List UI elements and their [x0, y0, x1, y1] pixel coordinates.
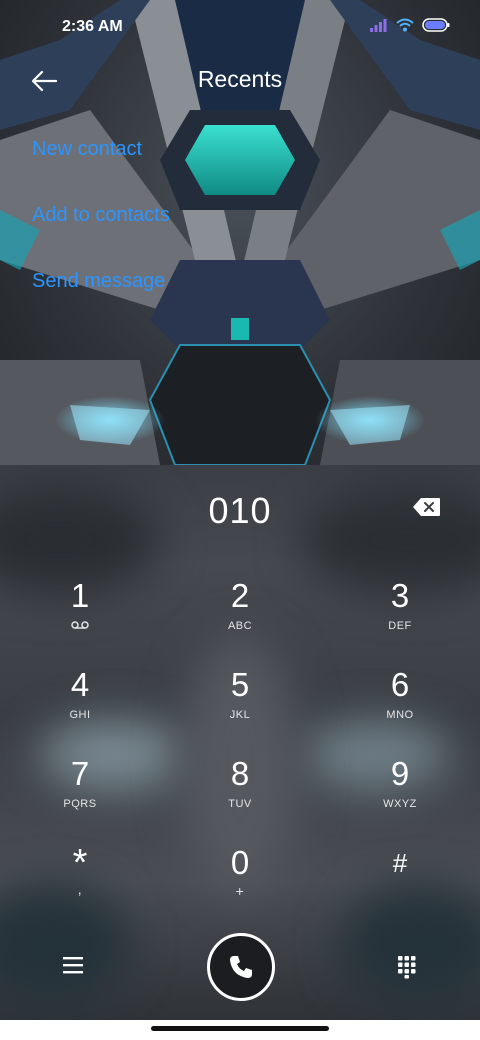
- key-letters: PQRS: [63, 798, 97, 810]
- signal-icon: [370, 19, 387, 32]
- key-digit: 6: [390, 666, 410, 703]
- key-digit: #: [392, 848, 408, 878]
- key-digit: 7: [70, 755, 90, 792]
- dialed-number: 010: [208, 490, 272, 531]
- hamburger-menu-icon: [63, 957, 83, 974]
- status-icons: [370, 18, 450, 32]
- key-letters: DEF: [388, 620, 412, 632]
- key-0[interactable]: 0 +: [180, 845, 300, 925]
- keypad-grid-icon: [398, 956, 416, 979]
- key-letters: JKL: [229, 709, 251, 721]
- key-7[interactable]: 7 PQRS: [20, 756, 140, 836]
- key-digit: *: [72, 842, 88, 884]
- battery-icon: [422, 18, 450, 32]
- status-bar: 2:36 AM: [0, 0, 480, 56]
- key-letters: ABC: [227, 620, 253, 632]
- key-letters: WXYZ: [383, 798, 417, 810]
- voicemail-icon: [20, 620, 140, 633]
- keypad-toggle-button[interactable]: [397, 955, 417, 984]
- status-time: 2:36 AM: [62, 18, 123, 35]
- key-digit: 8: [230, 755, 250, 792]
- dialer-screen: 2:36 AM Recents New contact Add to conta…: [0, 0, 480, 1020]
- key-5[interactable]: 5 JKL: [180, 667, 300, 747]
- key-digit: 1: [70, 577, 90, 614]
- key-9[interactable]: 9 WXYZ: [340, 756, 460, 836]
- home-indicator[interactable]: [151, 1026, 329, 1031]
- key-hash[interactable]: #: [340, 845, 460, 925]
- key-digit: 4: [70, 666, 90, 703]
- backspace-button[interactable]: [412, 496, 442, 518]
- key-digit: 3: [390, 577, 410, 614]
- key-8[interactable]: 8 TUV: [180, 756, 300, 836]
- backspace-icon: [413, 498, 440, 516]
- menu-button[interactable]: [62, 955, 84, 980]
- wifi-icon: [396, 18, 414, 32]
- key-2[interactable]: 2 ABC: [180, 578, 300, 658]
- key-4[interactable]: 4 GHI: [20, 667, 140, 747]
- key-letters: MNO: [386, 709, 414, 721]
- key-digit: 0: [230, 844, 250, 881]
- page-title: Recents: [197, 66, 283, 92]
- phone-icon: [230, 956, 252, 978]
- key-letters: TUV: [228, 798, 252, 810]
- send-message-link[interactable]: Send message: [32, 270, 165, 293]
- key-digit: 2: [230, 577, 250, 614]
- key-1[interactable]: 1: [20, 578, 140, 658]
- new-contact-link[interactable]: New contact: [32, 138, 142, 161]
- call-button[interactable]: [207, 933, 275, 1001]
- key-letters: GHI: [69, 709, 91, 721]
- add-to-contacts-link[interactable]: Add to contacts: [32, 204, 170, 227]
- key-letters: ,: [77, 881, 83, 897]
- key-3[interactable]: 3 DEF: [340, 578, 460, 658]
- key-digit: 9: [390, 755, 410, 792]
- key-letters: +: [235, 883, 245, 899]
- key-digit: 5: [230, 666, 250, 703]
- key-star[interactable]: * ,: [20, 842, 140, 925]
- key-6[interactable]: 6 MNO: [340, 667, 460, 747]
